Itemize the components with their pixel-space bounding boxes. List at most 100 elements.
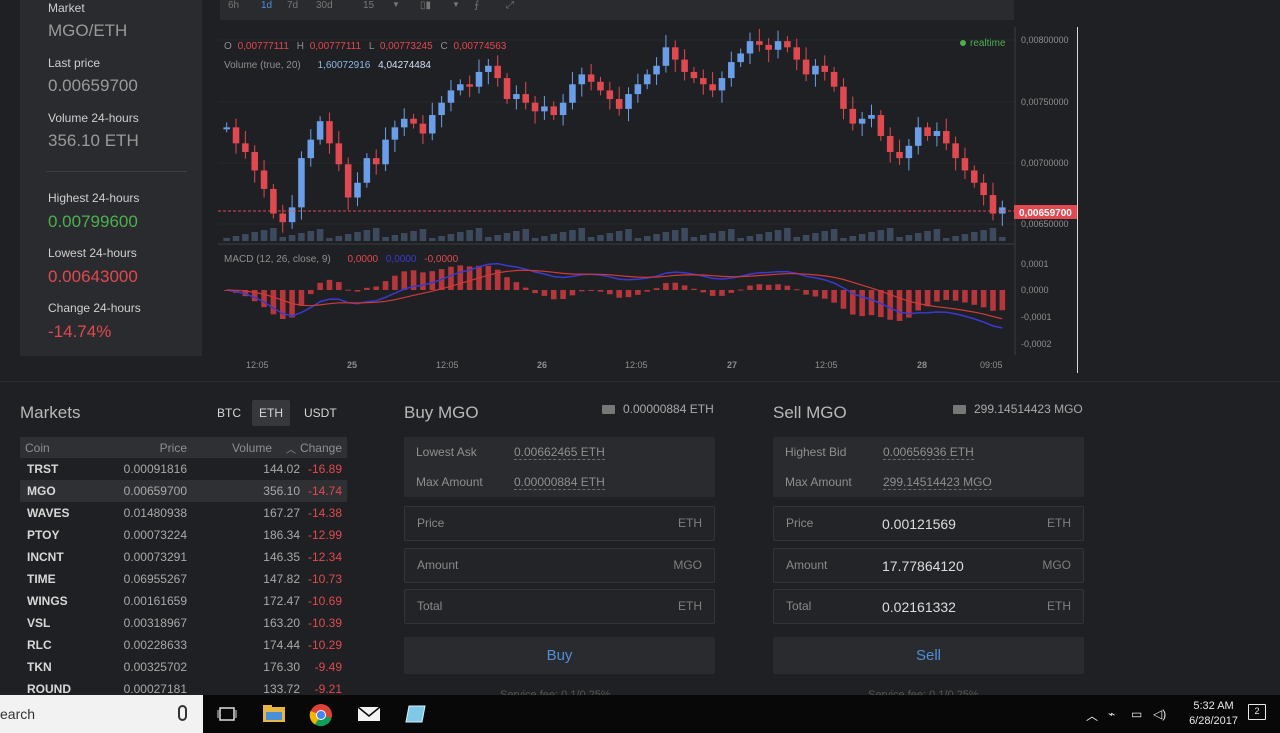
sell-total-value[interactable]: 0.02161332 — [882, 599, 956, 615]
notification-icon[interactable]: 2 — [1248, 704, 1266, 720]
market-row[interactable]: WAVES 0.01480938 167.27 -14.38 — [20, 502, 347, 524]
macd-histogram-bar — [373, 286, 379, 290]
wallet-icon — [953, 405, 966, 414]
col-coin[interactable]: Coin — [25, 441, 50, 455]
market-row[interactable]: INCNT 0.00073291 146.35 -12.34 — [20, 546, 347, 568]
volume-bar — [298, 233, 305, 241]
macd-histogram-bar — [616, 290, 622, 298]
chevron-down-icon[interactable]: ▼ — [392, 0, 400, 9]
chart-canvas[interactable]: O 0,00777111 H 0,00777111 L 0,00773245 C… — [218, 27, 1078, 373]
buy-amount-label: Amount — [417, 558, 459, 572]
candle-body — [494, 65, 501, 79]
market-row[interactable]: TIME 0.06955267 147.82 -10.73 — [20, 568, 347, 590]
col-price[interactable]: Price — [160, 441, 187, 455]
sort-up-icon[interactable]: ︿ — [286, 441, 296, 456]
buy-total-field[interactable]: Total ETH — [404, 589, 715, 624]
sell-amount-field[interactable]: Amount 17.77864120 MGO — [773, 548, 1084, 583]
candle-body — [513, 94, 520, 100]
volume-bar — [877, 230, 885, 241]
change-value: -14.74% — [48, 322, 112, 341]
volume-label: Volume 24-hours — [48, 111, 139, 125]
market-row[interactable]: TRST 0.00091816 144.02 -16.89 — [20, 458, 347, 480]
market-row[interactable]: WINGS 0.00161659 172.47 -10.69 — [20, 590, 347, 612]
volume-bar — [924, 231, 931, 241]
range-7d[interactable]: 7d — [287, 0, 298, 11]
sell-max-amount-value[interactable]: 299.14514423 MGO — [883, 475, 992, 490]
market-row[interactable]: MGO 0.00659700 356.10 -14.74 — [20, 480, 347, 502]
last-price-value: 0.00659700 — [48, 76, 138, 95]
network-icon[interactable]: ⌁ — [1108, 707, 1115, 721]
candle-body — [765, 44, 772, 50]
candle-body — [438, 102, 445, 116]
candle-body — [344, 164, 352, 198]
interval-select[interactable]: 15 — [363, 0, 374, 11]
taskbar-search[interactable]: earch — [0, 695, 203, 733]
clock[interactable]: 5:32 AM 6/28/2017 — [1189, 699, 1238, 729]
lowest-ask-value[interactable]: 0.00662465 ETH — [514, 445, 605, 460]
volume-bar — [709, 233, 716, 241]
market-cell-price: 0.00073291 — [123, 550, 187, 564]
market-cell-volume: 176.30 — [263, 660, 300, 674]
sell-amount-value[interactable]: 17.77864120 — [882, 558, 964, 574]
tab-eth[interactable]: ETH — [252, 400, 290, 426]
microphone-icon[interactable] — [178, 705, 187, 721]
sell-price-value[interactable]: 0.00121569 — [882, 516, 956, 532]
buy-price-field[interactable]: Price ETH — [404, 506, 715, 541]
range-1d[interactable]: 1d — [261, 0, 272, 11]
col-volume[interactable]: Volume — [232, 441, 272, 455]
volume-bar — [849, 236, 857, 241]
sell-price-field[interactable]: Price 0.00121569 ETH — [773, 506, 1084, 541]
macd-histogram-bar — [756, 284, 763, 290]
file-explorer-icon[interactable] — [262, 703, 286, 725]
range-30d[interactable]: 30d — [316, 0, 333, 11]
buy-button[interactable]: Buy — [404, 637, 715, 674]
task-view-icon[interactable] — [216, 703, 240, 725]
market-cell-change: -12.34 — [307, 550, 342, 564]
notepad-icon[interactable] — [404, 703, 428, 725]
candle-type-icon[interactable]: ▯▮ — [420, 0, 431, 11]
mail-icon[interactable] — [357, 703, 381, 725]
macd-histogram-bar — [859, 290, 865, 317]
market-row[interactable]: VSL 0.00318967 163.20 -10.39 — [20, 612, 347, 634]
chevron-down-icon[interactable]: ▼ — [452, 0, 460, 9]
buy-amount-field[interactable]: Amount MGO — [404, 548, 715, 583]
macd-histogram-bar — [541, 290, 548, 296]
candle-body — [541, 106, 548, 112]
market-row[interactable]: TKN 0.00325702 176.30 -9.49 — [20, 656, 347, 678]
tab-btc[interactable]: BTC — [210, 400, 248, 426]
crosshair-line — [1077, 27, 1078, 373]
market-cell-change: -14.38 — [307, 506, 342, 520]
macd-histogram-bar — [298, 290, 305, 306]
chrome-icon[interactable] — [309, 703, 333, 727]
range-6h[interactable]: 6h — [228, 0, 239, 11]
price-chart[interactable]: O 0,00777111 H 0,00777111 L 0,00773245 C… — [218, 27, 1078, 373]
search-text[interactable]: earch — [0, 706, 35, 722]
macd-histogram-bar — [719, 290, 725, 296]
macd-histogram-bar — [784, 285, 791, 290]
indicators-icon[interactable]: ⨍ — [474, 0, 479, 11]
buy-info-box: Lowest Ask 0.00662465 ETH Max Amount 0.0… — [404, 437, 715, 497]
volume-bar — [643, 236, 651, 241]
market-row[interactable]: PTOY 0.00073224 186.34 -12.99 — [20, 524, 347, 546]
candle-body — [232, 127, 240, 144]
macd-histogram-bar — [831, 290, 837, 303]
buy-max-amount-value[interactable]: 0.00000884 ETH — [514, 475, 605, 490]
fullscreen-icon[interactable]: ⤢ — [506, 0, 514, 11]
highest-value: 0.00799600 — [48, 212, 138, 231]
sell-button[interactable]: Sell — [773, 637, 1084, 674]
tab-usdt[interactable]: USDT — [297, 400, 344, 426]
volume-bar — [354, 232, 361, 241]
volume-bar — [382, 237, 389, 241]
sell-max-amount-label: Max Amount — [785, 475, 852, 489]
chevron-up-icon[interactable]: ︿ — [1086, 707, 1098, 724]
market-row[interactable]: RLC 0.00228633 174.44 -10.29 — [20, 634, 347, 656]
sell-total-field[interactable]: Total 0.02161332 ETH — [773, 589, 1084, 624]
col-change[interactable]: Change — [300, 441, 342, 455]
volume-bar — [615, 231, 623, 241]
display-icon[interactable]: ▭ — [1131, 707, 1142, 721]
highest-bid-value[interactable]: 0.00656936 ETH — [883, 445, 974, 460]
volume-icon[interactable]: ◁) — [1153, 707, 1166, 721]
market-cell-price: 0.00091816 — [123, 462, 187, 476]
volume-bar — [541, 236, 548, 241]
macd-histogram-bar — [663, 283, 669, 290]
